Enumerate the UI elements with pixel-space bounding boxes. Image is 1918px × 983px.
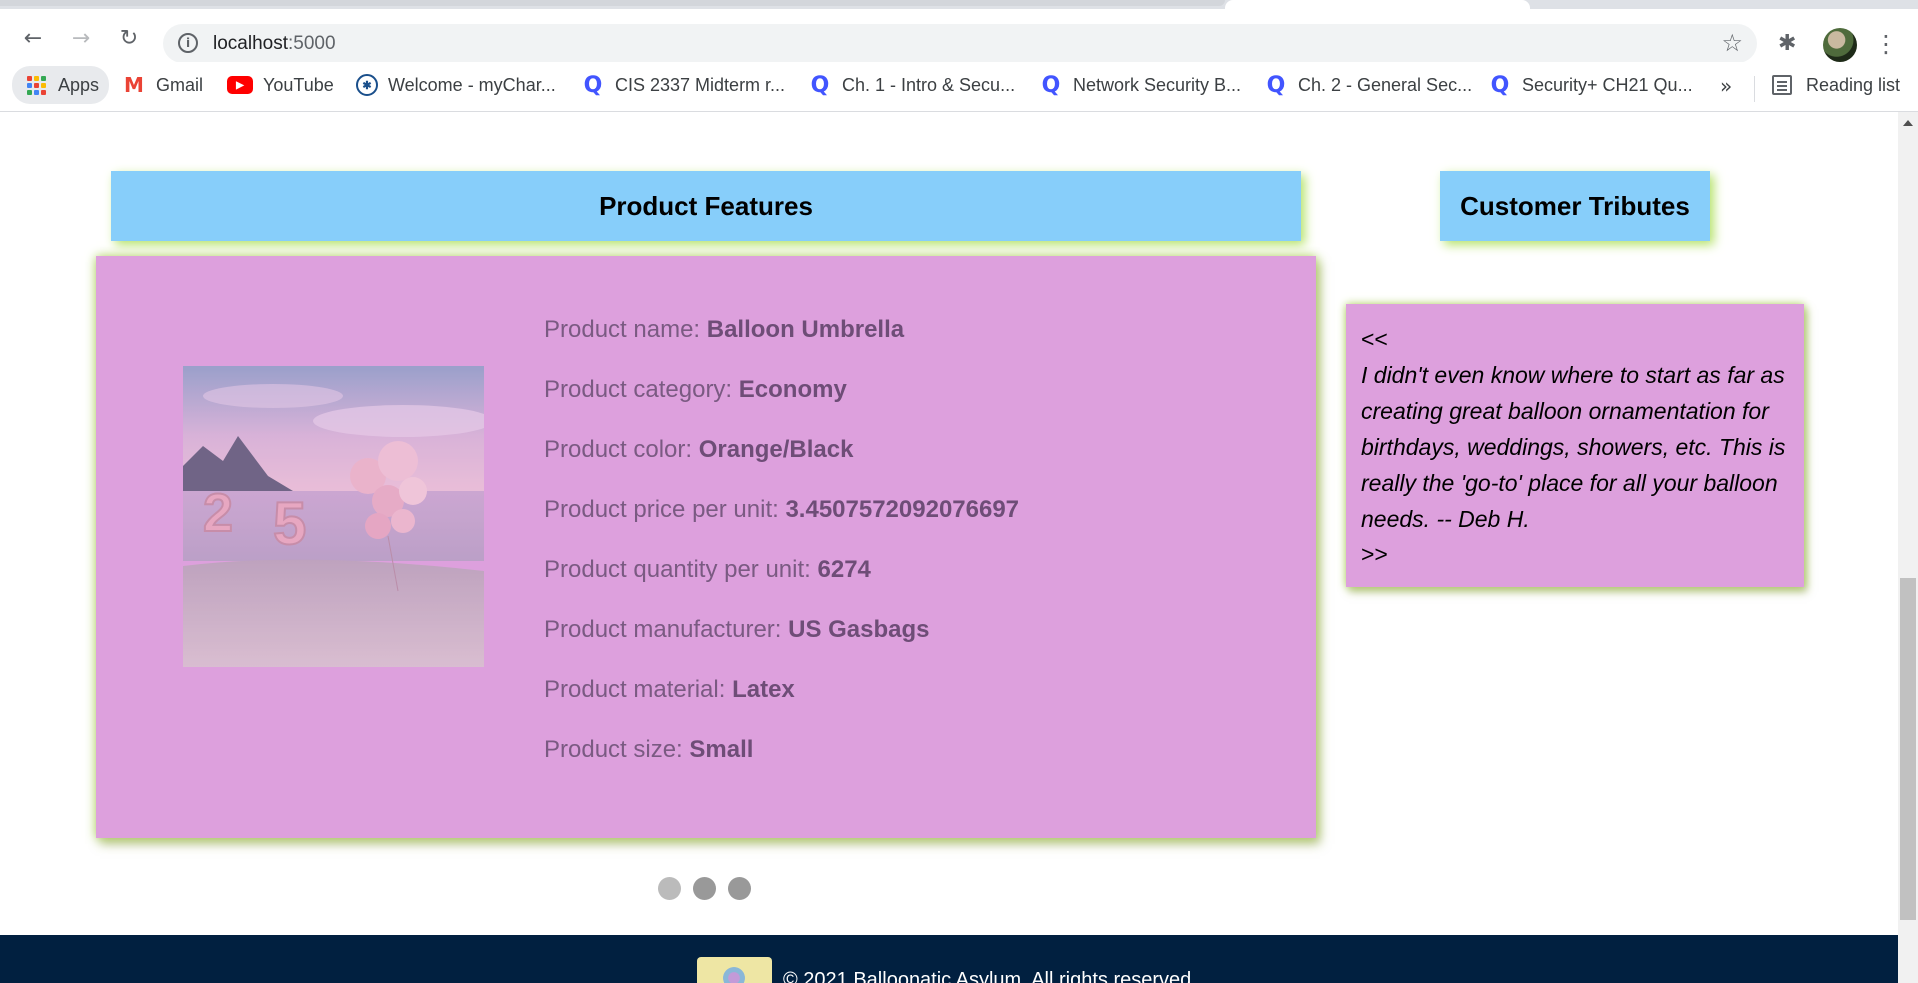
mychart-icon: ✱ [356, 74, 378, 96]
page-scrollbar[interactable] [1898, 112, 1918, 983]
tribute-open-mark: << [1361, 326, 1388, 352]
customer-tributes-header: Customer Tributes [1440, 171, 1710, 241]
bookmark-label: Security+ CH21 Qu... [1522, 74, 1693, 95]
spec-product-material: Product material: Latex [544, 676, 795, 703]
apps-grid-icon [24, 73, 48, 97]
scroll-up-arrow-icon[interactable] [1903, 120, 1913, 126]
bookmark-cis-2337[interactable]: Q CIS 2337 Midterm r... [581, 66, 785, 104]
bookmark-youtube[interactable]: ▶ YouTube [227, 66, 334, 104]
extensions-puzzle-icon[interactable]: ✱ [1778, 31, 1802, 56]
reading-list-icon [1772, 75, 1792, 95]
bookmark-star-icon[interactable]: ☆ [1721, 29, 1743, 57]
svg-text:5: 5 [273, 490, 306, 557]
youtube-icon: ▶ [227, 76, 253, 94]
carousel-indicators [658, 877, 751, 900]
tribute-quote: I didn't even know where to start as far… [1361, 362, 1786, 532]
browser-toolbar: ← → ↻ i localhost:5000 ☆ ✱ ⋮ [0, 9, 1918, 63]
scrollbar-thumb[interactable] [1900, 578, 1916, 920]
bookmarks-bar: Apps M Gmail ▶ YouTube ✱ Welcome - myCha… [0, 62, 1918, 112]
quizlet-icon: Q [1490, 72, 1510, 98]
browser-menu-icon[interactable]: ⋮ [1874, 29, 1898, 59]
address-bar[interactable]: i localhost:5000 ☆ [163, 24, 1757, 63]
back-arrow-icon[interactable]: ← [18, 23, 48, 53]
product-features-header: Product Features [111, 171, 1301, 241]
product-image: 2 5 [183, 366, 484, 667]
bookmark-label: Ch. 1 - Intro & Secu... [842, 74, 1016, 95]
forward-arrow-icon[interactable]: → [66, 23, 96, 53]
page-viewport: Product Features Customer Tributes 2 5 P… [0, 112, 1898, 983]
footer-copyright: © 2021 Balloonatic Asylum. All rights re… [783, 969, 1197, 983]
bookmark-label: CIS 2337 Midterm r... [615, 74, 786, 95]
carousel-dot[interactable] [693, 877, 716, 900]
bookmark-network-security[interactable]: Q Network Security B... [1039, 66, 1241, 104]
spec-product-color: Product color: Orange/Black [544, 436, 854, 463]
bookmark-mychart[interactable]: ✱ Welcome - myChar... [356, 66, 556, 104]
tribute-close-mark: >> [1361, 541, 1388, 567]
quizlet-icon: Q [583, 72, 603, 98]
spec-product-category: Product category: Economy [544, 376, 847, 403]
carousel-dot[interactable] [728, 877, 751, 900]
spec-product-name: Product name: Balloon Umbrella [544, 316, 905, 343]
bookmark-label: Welcome - myChar... [388, 74, 556, 95]
tab-strip [0, 0, 1918, 9]
reading-list-label: Reading list [1806, 74, 1901, 95]
spec-product-price: Product price per unit: 3.45075720920766… [544, 496, 1020, 523]
bookmark-apps[interactable]: Apps [12, 66, 110, 104]
svg-text:2: 2 [203, 483, 233, 543]
gmail-icon: M [124, 73, 144, 97]
product-specs: Product name: Balloon Umbrella Product c… [544, 316, 1019, 796]
bookmark-security-plus[interactable]: Q Security+ CH21 Qu... [1488, 66, 1693, 104]
bookmark-label: Network Security B... [1073, 74, 1242, 95]
carousel-dot[interactable] [658, 877, 681, 900]
page-footer: © 2021 Balloonatic Asylum. All rights re… [0, 935, 1898, 983]
footer-logo [697, 957, 772, 983]
reload-icon[interactable]: ↻ [114, 23, 144, 53]
more-bookmarks-icon[interactable]: » [1720, 74, 1732, 98]
customer-tribute-card: << I didn't even know where to start as … [1346, 304, 1804, 587]
bookmark-gmail[interactable]: M Gmail [122, 66, 203, 104]
inactive-tab[interactable] [0, 0, 1225, 6]
reading-list-button[interactable]: Reading list [1772, 66, 1900, 104]
bookmark-ch2[interactable]: Q Ch. 2 - General Sec... [1264, 66, 1472, 104]
quizlet-icon: Q [1266, 72, 1286, 98]
bookmark-label: Ch. 2 - General Sec... [1298, 74, 1473, 95]
bookmark-label: Apps [58, 74, 100, 95]
spec-product-size: Product size: Small [544, 736, 754, 763]
quizlet-icon: Q [1041, 72, 1061, 98]
bookmark-ch1[interactable]: Q Ch. 1 - Intro & Secu... [808, 66, 1015, 104]
site-info-icon[interactable]: i [178, 33, 198, 53]
bookmark-label: YouTube [263, 74, 334, 95]
profile-avatar[interactable] [1823, 28, 1857, 62]
product-feature-card: 2 5 Product name: Balloon Umbrella Produ… [96, 256, 1316, 838]
bookmarks-divider [1754, 76, 1755, 102]
spec-product-manufacturer: Product manufacturer: US Gasbags [544, 616, 930, 643]
bookmark-label: Gmail [156, 74, 204, 95]
active-tab[interactable] [1225, 0, 1530, 9]
url-text[interactable]: localhost:5000 [213, 33, 336, 55]
quizlet-icon: Q [810, 72, 830, 98]
spec-product-quantity: Product quantity per unit: 6274 [544, 556, 871, 583]
